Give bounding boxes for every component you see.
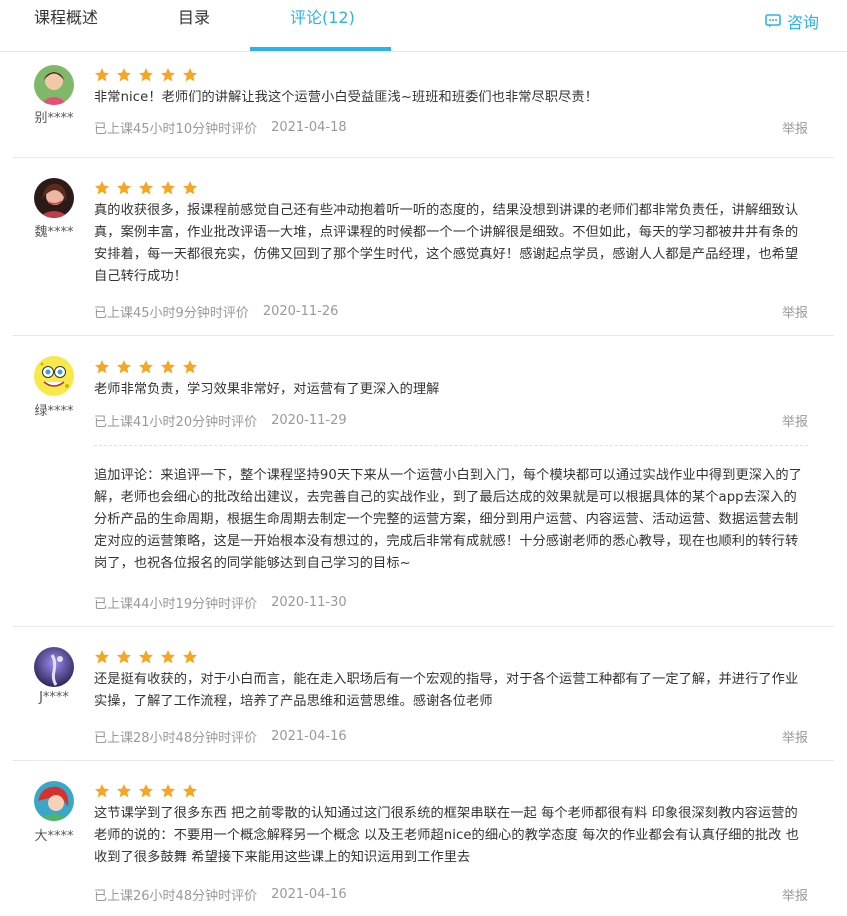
review-content: 这节课学到了很多东西 把之前零散的认知通过这门很系统的框架串联在一起 每个老师都… (94, 783, 808, 904)
review-content: 非常nice！老师们的讲解让我这个运营小白受益匪浅~班班和班委们也非常尽职尽责！… (94, 67, 808, 137)
review-date: 2020-11-30 (271, 595, 347, 610)
star-rating (94, 180, 808, 196)
avatar[interactable] (34, 65, 74, 105)
username: 魏**** (34, 225, 74, 240)
star-icon (139, 784, 153, 798)
consult-label: 咨询 (786, 13, 819, 32)
tab-reviews[interactable]: 评论(12) (290, 6, 355, 30)
review-date: 2021-04-18 (271, 120, 347, 135)
followup-divider (94, 445, 808, 446)
study-duration: 已上课44小时19分钟时评价 (94, 597, 258, 612)
active-tab-indicator (250, 47, 391, 51)
review-date: 2021-04-16 (271, 887, 347, 902)
star-icon (95, 360, 109, 374)
star-icon (161, 181, 175, 195)
study-duration: 已上课26小时48分钟时评价 (94, 889, 258, 904)
review-content: 老师非常负责，学习效果非常好，对运营有了更深入的理解 已上课41小时20分钟时评… (94, 359, 808, 612)
review-date: 2020-11-29 (271, 413, 347, 428)
report-link[interactable]: 举报 (782, 302, 808, 321)
star-rating (94, 67, 808, 83)
review-content: 还是挺有收获的，对于小白而言，能在走入职场后有一个宏观的指导，对于各个运营工种都… (94, 649, 808, 746)
review-meta: 已上课41小时20分钟时评价 2020-11-29 举报 (94, 411, 808, 430)
avatar[interactable] (34, 178, 74, 218)
star-icon (161, 784, 175, 798)
star-icon (183, 181, 197, 195)
star-icon (117, 68, 131, 82)
course-tab-bar: 课程概述 目录 评论(12) 咨询 (0, 0, 847, 52)
avatar[interactable] (34, 356, 74, 396)
study-duration: 已上课45小时10分钟时评价 (94, 122, 258, 137)
review-item: 绿**** 老师非常负责，学习效果非常好，对运营有了更深入的理解 已上课41小时… (13, 336, 834, 627)
followup-review-text: 追加评论：来追评一下，整个课程坚持90天下来从一个运营小白到入门，每个模块都可以… (94, 468, 802, 571)
star-rating (94, 649, 808, 665)
review-meta: 已上课45小时9分钟时评价 2020-11-26 举报 (94, 302, 808, 321)
report-link[interactable]: 举报 (782, 885, 808, 904)
review-list: 别**** 非常nice！老师们的讲解让我这个运营小白受益匪浅~班班和班委们也非… (13, 53, 834, 916)
star-icon (139, 650, 153, 664)
username: J**** (39, 690, 69, 705)
review-text: 非常nice！老师们的讲解让我这个运营小白受益匪浅~班班和班委们也非常尽职尽责！ (94, 90, 598, 105)
review-text: 还是挺有收获的，对于小白而言，能在走入职场后有一个宏观的指导，对于各个运营工种都… (94, 672, 799, 709)
report-link[interactable]: 举报 (782, 118, 808, 137)
username: 绿**** (34, 404, 74, 419)
star-icon (161, 360, 175, 374)
star-icon (183, 784, 197, 798)
review-text: 这节课学到了很多东西 把之前零散的认知通过这门很系统的框架串联在一起 每个老师都… (94, 806, 800, 865)
review-item: 大**** 这节课学到了很多东西 把之前零散的认知通过这门很系统的框架串联在一起… (13, 761, 834, 916)
star-icon (183, 360, 197, 374)
tab-course-overview[interactable]: 课程概述 (34, 6, 98, 30)
star-icon (183, 68, 197, 82)
star-icon (95, 784, 109, 798)
avatar[interactable] (34, 781, 74, 821)
tab-catalog[interactable]: 目录 (178, 6, 210, 30)
review-text: 老师非常负责，学习效果非常好，对运营有了更深入的理解 (94, 382, 440, 397)
study-duration: 已上课45小时9分钟时评价 (94, 306, 249, 321)
star-icon (139, 360, 153, 374)
star-icon (95, 650, 109, 664)
avatar[interactable] (34, 647, 74, 687)
star-icon (117, 784, 131, 798)
review-item: 魏**** 真的收获很多，报课程前感觉自己还有些冲动抱着听一听的态度的，结果没想… (13, 158, 834, 336)
chat-icon (765, 14, 781, 28)
review-meta: 已上课45小时10分钟时评价 2021-04-18 举报 (94, 118, 808, 137)
study-duration: 已上课41小时20分钟时评价 (94, 415, 258, 430)
star-rating (94, 359, 808, 375)
review-meta: 已上课26小时48分钟时评价 2021-04-16 举报 (94, 885, 808, 904)
review-meta: 已上课28小时48分钟时评价 2021-04-16 举报 (94, 727, 808, 746)
star-icon (117, 181, 131, 195)
review-content: 真的收获很多，报课程前感觉自己还有些冲动抱着听一听的态度的，结果没想到讲课的老师… (94, 180, 808, 321)
star-rating (94, 783, 808, 799)
star-icon (117, 650, 131, 664)
star-icon (95, 68, 109, 82)
review-date: 2021-04-16 (271, 729, 347, 744)
star-icon (95, 181, 109, 195)
review-item: 别**** 非常nice！老师们的讲解让我这个运营小白受益匪浅~班班和班委们也非… (13, 53, 834, 158)
username: 大**** (34, 829, 74, 844)
report-link[interactable]: 举报 (782, 411, 808, 430)
consult-button[interactable]: 咨询 (765, 9, 819, 33)
report-link[interactable]: 举报 (782, 727, 808, 746)
star-icon (139, 68, 153, 82)
star-icon (161, 650, 175, 664)
study-duration: 已上课28小时48分钟时评价 (94, 731, 258, 746)
star-icon (161, 68, 175, 82)
username: 别**** (34, 111, 74, 126)
followup-meta: 已上课44小时19分钟时评价 2020-11-30 (94, 593, 808, 612)
star-icon (183, 650, 197, 664)
star-icon (139, 181, 153, 195)
review-date: 2020-11-26 (262, 304, 339, 319)
star-icon (117, 360, 131, 374)
review-text: 真的收获很多，报课程前感觉自己还有些冲动抱着听一听的态度的，结果没想到讲课的老师… (94, 203, 799, 284)
review-item: J**** 还是挺有收获的，对于小白而言，能在走入职场后有一个宏观的指导，对于各… (13, 627, 834, 761)
